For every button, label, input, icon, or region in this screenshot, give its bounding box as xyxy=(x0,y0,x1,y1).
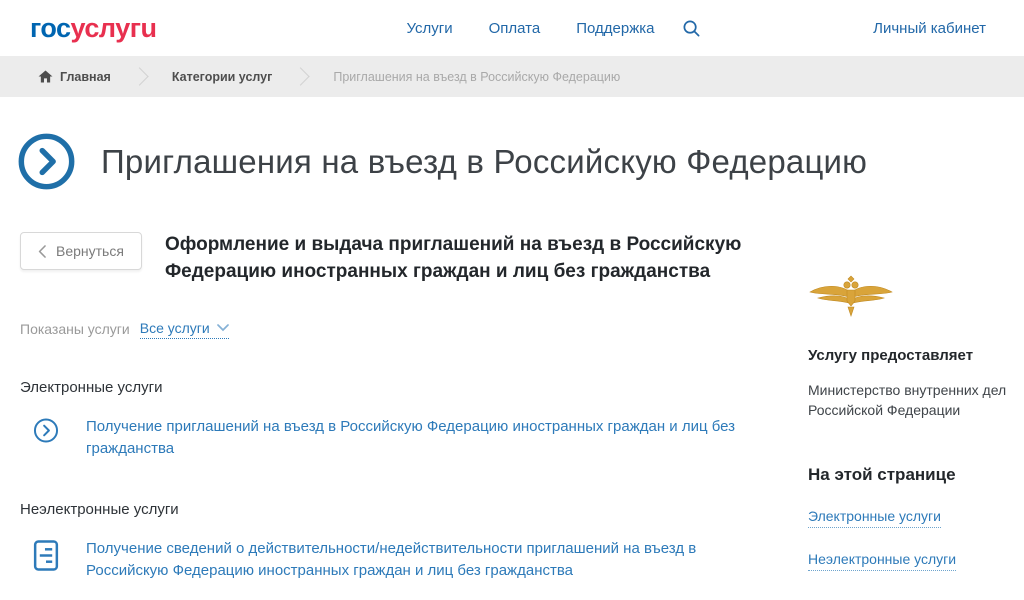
sidebar: Услугу предоставляет Министерство внутре… xyxy=(808,274,1008,571)
personal-account-link[interactable]: Личный кабинет xyxy=(873,20,986,37)
breadcrumb-categories-label: Категории услуг xyxy=(172,70,273,84)
filter-label: Показаны услуги xyxy=(20,321,130,337)
filter-row: Показаны услуги Все услуги xyxy=(20,320,770,339)
logo-part-blue: гос xyxy=(30,13,71,43)
services-filter-dropdown[interactable]: Все услуги xyxy=(140,320,229,339)
page-title: Приглашения на въезд в Российскую Федера… xyxy=(101,143,867,181)
electronic-service-link[interactable]: Получение приглашений на въезд в Российс… xyxy=(86,416,736,461)
search-icon xyxy=(682,19,701,38)
electronic-services-heading: Электронные услуги xyxy=(20,379,770,396)
breadcrumb-home-label: Главная xyxy=(60,70,111,84)
provider-name: Министерство внутренних дел Российской Ф… xyxy=(808,380,1008,421)
nav-services[interactable]: Услуги xyxy=(406,20,452,37)
search-button[interactable] xyxy=(682,19,701,38)
anchor-nonelectronic-services[interactable]: Неэлектронные услуги xyxy=(808,551,956,571)
on-this-page-heading: На этой странице xyxy=(808,465,1008,485)
circle-arrow-icon xyxy=(33,418,59,443)
filter-value-label: Все услуги xyxy=(140,320,210,336)
top-header: госуслугu Услуги Оплата Поддержка Личный… xyxy=(0,0,1024,56)
gosuslugi-logo[interactable]: госуслугu xyxy=(30,13,156,44)
breadcrumb-home[interactable]: Главная xyxy=(38,70,111,84)
service-subtitle: Оформление и выдача приглашений на въезд… xyxy=(165,232,755,286)
logo-part-red: услугu xyxy=(71,13,157,43)
nav-payment[interactable]: Оплата xyxy=(489,20,541,37)
back-button[interactable]: Вернуться xyxy=(20,232,142,270)
main-content: Вернуться Оформление и выдача приглашени… xyxy=(0,232,770,583)
breadcrumb-current: Приглашения на въезд в Российскую Федера… xyxy=(333,70,620,84)
chevron-down-icon xyxy=(217,324,229,332)
chevron-right-icon xyxy=(130,67,148,85)
nonelectronic-service-row: Получение сведений о действительности/не… xyxy=(20,538,770,583)
main-nav: Услуги Оплата Поддержка xyxy=(406,20,654,37)
back-button-label: Вернуться xyxy=(56,243,124,259)
breadcrumb-current-label: Приглашения на въезд в Российскую Федера… xyxy=(333,70,620,84)
subtitle-row: Вернуться Оформление и выдача приглашени… xyxy=(20,232,770,286)
mvd-emblem-icon xyxy=(808,274,894,322)
nonelectronic-services-heading: Неэлектронные услуги xyxy=(20,501,770,518)
electronic-service-row: Получение приглашений на въезд в Российс… xyxy=(20,416,770,461)
breadcrumb-categories[interactable]: Категории услуг xyxy=(172,70,273,84)
home-icon xyxy=(38,70,53,83)
chevron-left-icon xyxy=(38,245,46,258)
document-icon xyxy=(33,540,59,571)
circle-arrow-icon xyxy=(18,133,75,190)
page-title-row: Приглашения на въезд в Российскую Федера… xyxy=(18,133,1024,190)
nav-support[interactable]: Поддержка xyxy=(576,20,654,37)
nonelectronic-service-link[interactable]: Получение сведений о действительности/не… xyxy=(86,538,736,583)
chevron-right-icon xyxy=(292,67,310,85)
anchor-electronic-services[interactable]: Электронные услуги xyxy=(808,508,941,528)
provider-heading: Услугу предоставляет xyxy=(808,347,1008,364)
breadcrumb: Главная Категории услуг Приглашения на в… xyxy=(0,56,1024,97)
